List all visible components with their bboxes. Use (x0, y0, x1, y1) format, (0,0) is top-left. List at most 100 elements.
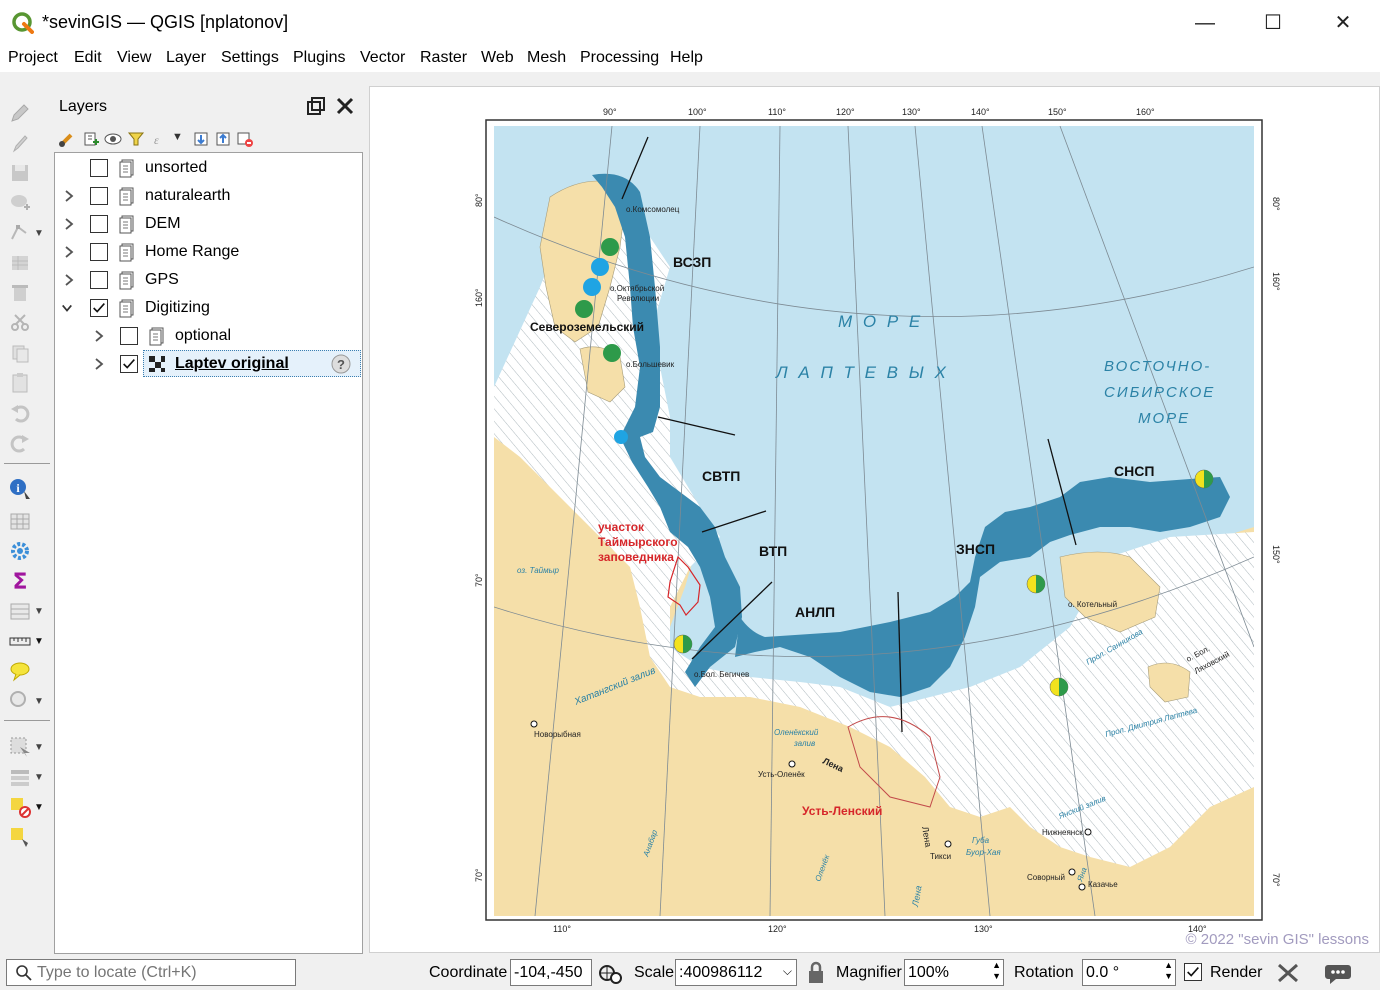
paste-features-button[interactable] (8, 370, 44, 396)
menu-plugins[interactable]: Plugins (293, 49, 345, 67)
close-panel-icon[interactable] (335, 96, 355, 116)
layer-checkbox[interactable] (90, 159, 108, 177)
measure-button[interactable]: ▼ (8, 628, 44, 654)
copy-features-button[interactable] (8, 340, 44, 366)
layer-checkbox[interactable] (90, 215, 108, 233)
filter-expression-icon[interactable]: ε (150, 130, 168, 148)
attribute-table-button[interactable] (8, 508, 44, 534)
chevron-right-icon[interactable] (63, 189, 75, 203)
left-lat-label: 70° (474, 868, 484, 882)
menu-vector[interactable]: Vector (360, 49, 405, 67)
select-features-button[interactable]: ▼ (8, 734, 44, 760)
toggle-editing-button[interactable] (8, 130, 44, 156)
minimize-button[interactable]: — (1182, 6, 1228, 40)
layer-checkbox-checked[interactable] (120, 355, 138, 373)
bottom-lon-label: 120° (768, 924, 787, 934)
menu-help[interactable]: Help (670, 49, 703, 67)
toolbar-separator (4, 463, 50, 464)
messages-icon[interactable] (1324, 961, 1352, 985)
chevron-right-icon[interactable] (63, 273, 75, 287)
add-group-icon[interactable] (81, 130, 99, 148)
statistics-button[interactable]: Σ (8, 568, 44, 594)
menu-raster[interactable]: Raster (420, 49, 467, 67)
qgis-logo-icon (12, 12, 34, 34)
close-button[interactable]: ✕ (1320, 6, 1366, 40)
filter-dropdown-icon[interactable]: ▼ (172, 131, 183, 143)
undo-button[interactable] (8, 400, 44, 426)
layer-row-digitizing[interactable]: Digitizing (55, 294, 362, 322)
vertex-tool-button[interactable]: ▼ (8, 220, 44, 246)
layer-row-unsorted[interactable]: unsorted (55, 154, 362, 182)
collapse-all-icon[interactable] (214, 130, 232, 148)
chevron-down-icon[interactable] (61, 301, 73, 315)
menu-view[interactable]: View (117, 49, 151, 67)
locator-input[interactable] (37, 963, 287, 983)
chevron-right-icon[interactable] (63, 217, 75, 231)
manage-visibility-icon[interactable] (104, 130, 122, 148)
sea-name-more: М О Р Е (838, 312, 923, 331)
menu-project[interactable]: Project (8, 49, 58, 67)
expand-all-icon[interactable] (192, 130, 210, 148)
menu-mesh[interactable]: Mesh (527, 49, 566, 67)
menu-processing[interactable]: Processing (580, 49, 659, 67)
title-bar: *sevinGIS — QGIS [nplatonov] — ☐ ✕ (0, 0, 1380, 46)
layer-row-dem[interactable]: DEM (55, 210, 362, 238)
attribute-edit-button[interactable] (8, 250, 44, 276)
float-panel-icon[interactable] (306, 96, 326, 116)
chevron-right-icon[interactable] (93, 329, 105, 343)
layer-checkbox-checked[interactable] (90, 299, 108, 317)
scale-combo[interactable]: :400986112 ⌵ (675, 959, 797, 986)
save-edits-button[interactable] (8, 160, 44, 186)
layer-checkbox[interactable] (90, 243, 108, 261)
layer-checkbox[interactable] (90, 271, 108, 289)
menu-layer[interactable]: Layer (166, 49, 206, 67)
style-layer-icon[interactable] (58, 130, 76, 148)
layer-checkbox[interactable] (90, 187, 108, 205)
layer-row-naturalearth[interactable]: naturalearth (55, 182, 362, 210)
unknown-crs-icon[interactable]: ? (331, 354, 351, 374)
layer-row-optional[interactable]: optional (55, 322, 362, 350)
locator-bar[interactable] (6, 959, 296, 986)
menu-edit[interactable]: Edit (74, 49, 102, 67)
identify-features-button[interactable]: i (8, 476, 44, 502)
magnifier-spinbox[interactable]: 100% ▲ ▼ (904, 959, 1004, 986)
open-table-button[interactable]: ▼ (8, 598, 44, 624)
zoom-button[interactable]: ▼ (8, 688, 44, 714)
chevron-right-icon[interactable] (63, 245, 75, 259)
chevron-right-icon[interactable] (93, 357, 105, 371)
map-tips-button[interactable] (8, 658, 44, 684)
redo-button[interactable] (8, 430, 44, 456)
coordinate-field[interactable]: -104,-450 (510, 959, 592, 986)
delete-selected-button[interactable] (8, 280, 44, 306)
lock-icon[interactable] (806, 961, 826, 985)
processing-toolbox-button[interactable] (8, 538, 44, 564)
add-feature-button[interactable] (8, 190, 44, 216)
cut-features-button[interactable] (8, 310, 44, 336)
group-icon (119, 243, 134, 262)
menu-settings[interactable]: Settings (221, 49, 279, 67)
add-annotation-button[interactable] (8, 824, 44, 850)
reserve-ust-lensky: Усть-Ленский (802, 804, 882, 818)
layer-checkbox[interactable] (120, 327, 138, 345)
magnifier-label: Magnifier (836, 964, 902, 981)
place-nizhneyansk: Нижнеянск (1042, 828, 1083, 837)
edit-pencil-button[interactable] (8, 100, 44, 126)
checkmark-icon (93, 303, 105, 313)
map-canvas[interactable]: 90° 100° 110° 120° 130° 140° 150° 160° 1… (369, 86, 1380, 953)
remove-layer-icon[interactable] (236, 130, 254, 148)
layer-row-gps[interactable]: GPS (55, 266, 362, 294)
spin-arrows-icon[interactable]: ▲ ▼ (1164, 960, 1173, 982)
crs-icon[interactable] (1276, 962, 1300, 984)
toggle-extents-icon[interactable] (598, 961, 622, 985)
spin-arrows-icon[interactable]: ▲ ▼ (992, 960, 1001, 982)
rotation-spinbox[interactable]: 0.0 ° ▲ ▼ (1082, 959, 1176, 986)
sector-vszp: ВСЗП (673, 254, 711, 270)
select-by-value-button[interactable]: ▼ (8, 764, 44, 790)
deselect-button[interactable]: ▼ (8, 794, 44, 820)
menu-web[interactable]: Web (481, 49, 514, 67)
layer-row-home-range[interactable]: Home Range (55, 238, 362, 266)
render-checkbox[interactable] (1184, 963, 1202, 981)
maximize-button[interactable]: ☐ (1250, 6, 1296, 40)
filter-legend-icon[interactable] (127, 130, 145, 148)
layer-row-laptev-original[interactable]: Laptev original ? (55, 350, 362, 378)
